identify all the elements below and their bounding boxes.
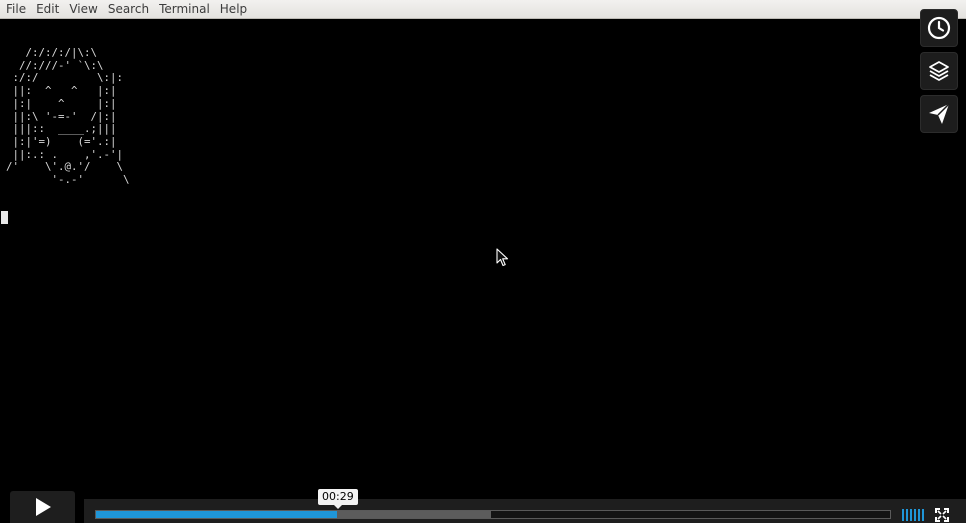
menu-terminal[interactable]: Terminal	[159, 0, 210, 19]
menu-view[interactable]: View	[69, 0, 97, 19]
clock-icon	[927, 16, 951, 40]
menu-bar: File Edit View Search Terminal Help	[0, 0, 966, 19]
layers-icon	[929, 61, 949, 81]
send-icon	[929, 103, 950, 124]
menu-file[interactable]: File	[6, 0, 26, 19]
terminal-window: File Edit View Search Terminal Help /:/:…	[0, 0, 966, 523]
time-tooltip: 00:29	[318, 489, 358, 509]
volume-bar	[902, 509, 904, 521]
terminal-output[interactable]: /:/:/:/|\:\ //:///-' `\:\ :/:/ \:|: ||: …	[0, 19, 966, 491]
menu-search[interactable]: Search	[108, 0, 149, 19]
volume-bar	[906, 509, 908, 521]
volume-bar	[910, 509, 912, 521]
menu-help[interactable]: Help	[220, 0, 247, 19]
volume-bar	[922, 509, 924, 521]
text-cursor	[1, 211, 8, 224]
play-icon	[35, 498, 51, 516]
progress-bar	[96, 511, 337, 518]
ascii-art: /:/:/:/|\:\ //:///-' `\:\ :/:/ \:|: ||: …	[6, 46, 130, 187]
share-button[interactable]	[920, 95, 958, 133]
menu-edit[interactable]: Edit	[36, 0, 59, 19]
mouse-pointer-icon	[496, 248, 509, 267]
volume-control[interactable]	[902, 509, 924, 521]
volume-bar	[914, 509, 916, 521]
play-button[interactable]	[10, 491, 75, 523]
progress-track[interactable]	[95, 510, 891, 519]
layers-button[interactable]	[920, 52, 958, 90]
fullscreen-icon[interactable]	[935, 508, 949, 522]
side-toolbar	[920, 9, 958, 133]
volume-bar	[918, 509, 920, 521]
history-button[interactable]	[920, 9, 958, 47]
